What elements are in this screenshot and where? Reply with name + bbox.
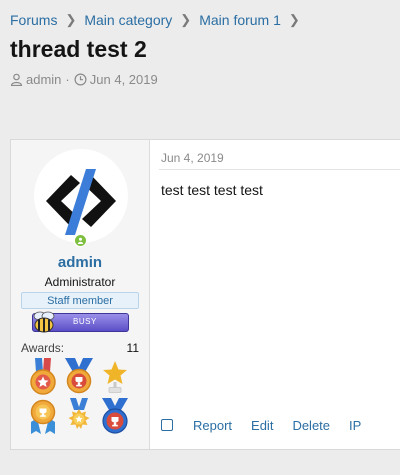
post-actions: Report Edit Delete IP — [161, 418, 380, 433]
star-medal-icon[interactable] — [25, 358, 61, 396]
code-logo-icon — [46, 169, 116, 235]
bee-icon — [33, 311, 55, 333]
awards-grid — [25, 358, 137, 436]
busy-label: BUSY — [73, 317, 97, 326]
breadcrumb-main-category[interactable]: Main category — [84, 12, 172, 28]
post-user-column: admin Administrator Staff member BUSY Aw… — [11, 140, 150, 449]
awards-label[interactable]: Awards: — [21, 341, 64, 355]
chevron-right-icon: ❯ — [65, 12, 77, 27]
delete-link[interactable]: Delete — [292, 418, 330, 433]
chevron-right-icon: ❯ — [180, 12, 192, 27]
separator-dot: · — [65, 72, 70, 87]
post-date-link[interactable]: Jun 4, 2019 — [161, 151, 224, 165]
thread-author[interactable]: admin — [26, 72, 61, 87]
avatar[interactable] — [34, 149, 128, 243]
thread-date[interactable]: Jun 4, 2019 — [90, 72, 158, 87]
online-status-icon — [73, 233, 87, 247]
gold-medal-icon[interactable] — [25, 398, 61, 436]
breadcrumb-forums[interactable]: Forums — [10, 12, 57, 28]
trophy-medal-icon[interactable] — [61, 358, 97, 396]
thread-meta: admin · Jun 4, 2019 — [10, 72, 158, 87]
staff-banner: Staff member — [21, 292, 139, 309]
post: admin Administrator Staff member BUSY Aw… — [10, 139, 400, 450]
post-content: Jun 4, 2019 test test test test Report E… — [159, 140, 400, 449]
username-link[interactable]: admin — [11, 254, 149, 271]
star-trophy-icon[interactable] — [97, 358, 133, 396]
sun-medal-icon[interactable] — [61, 398, 97, 436]
chevron-right-icon: ❯ — [288, 12, 300, 27]
post-header-divider — [159, 169, 400, 170]
awards-row: Awards: 11 — [21, 341, 139, 355]
ip-link[interactable]: IP — [349, 418, 361, 433]
breadcrumb-main-forum-1[interactable]: Main forum 1 — [199, 12, 281, 28]
report-link[interactable]: Report — [193, 418, 232, 433]
select-post-checkbox[interactable] — [161, 418, 173, 431]
clock-icon — [74, 73, 87, 86]
busy-status-badge: BUSY — [32, 311, 129, 333]
user-title: Administrator — [44, 275, 116, 289]
breadcrumb: Forums ❯ Main category ❯ Main forum 1 ❯ — [10, 12, 308, 28]
awards-count[interactable]: 11 — [127, 341, 139, 355]
user-icon — [10, 73, 23, 86]
edit-link[interactable]: Edit — [251, 418, 273, 433]
red-trophy-medal-icon[interactable] — [97, 398, 133, 436]
page-title: thread test 2 — [10, 36, 147, 62]
post-message: test test test test — [161, 182, 263, 198]
